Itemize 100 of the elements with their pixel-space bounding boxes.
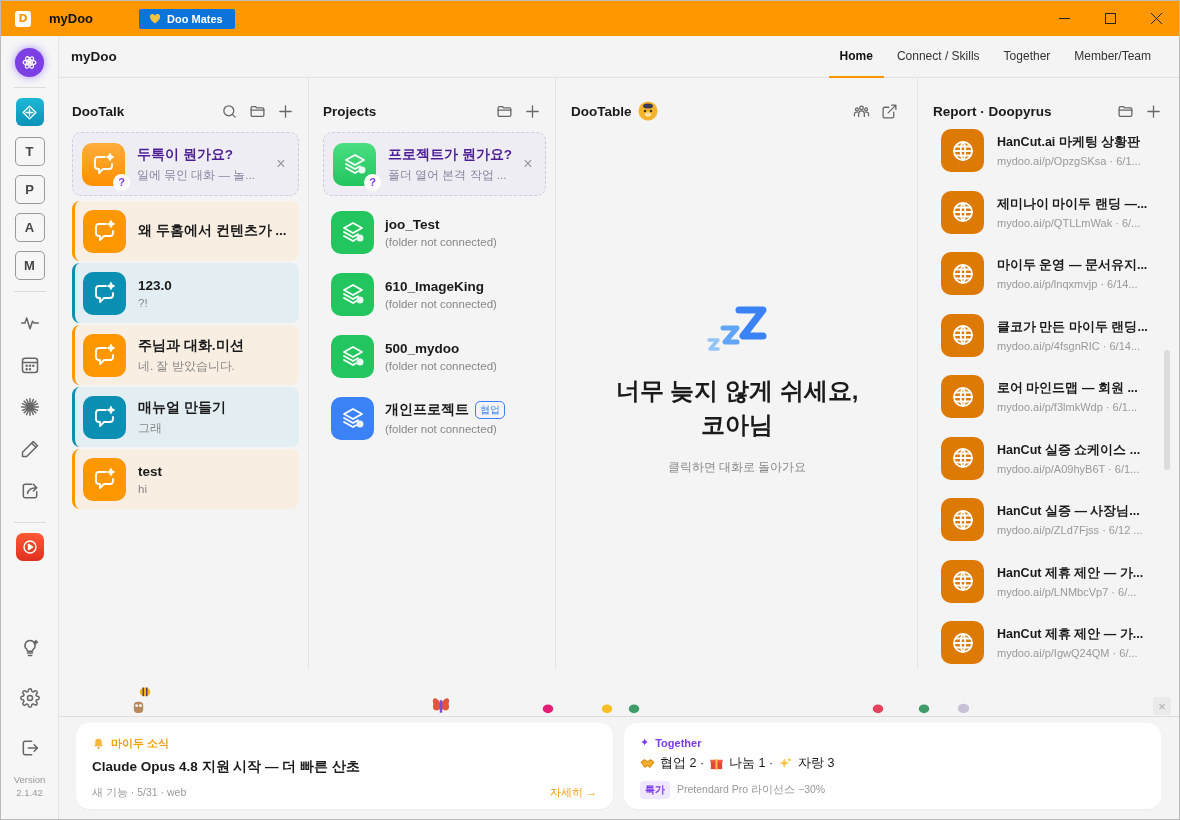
- page-title: myDoo: [71, 49, 117, 64]
- letter-button[interactable]: T: [14, 137, 45, 166]
- chat-title: 왜 두홈에서 컨텐츠가 ...: [138, 222, 288, 240]
- open-external-icon: [880, 102, 898, 120]
- project-item[interactable]: 개인프로젝트 협업 (folder not connected): [323, 387, 546, 449]
- project-name: 610_ImageKing: [385, 278, 485, 294]
- chat-bubble-icon: [92, 219, 117, 243]
- report-item[interactable]: HanCut 제휴 제안 — 가... mydoo.ai/p/LNMbcVp7 · 6/...: [933, 550, 1167, 612]
- search-icon: [220, 102, 238, 120]
- report-title: HanCut 실증 쇼케이스 ...: [997, 441, 1142, 459]
- chat-preview: 네. 잘 받았습니다.: [138, 358, 236, 374]
- letter-button[interactable]: M: [14, 251, 45, 280]
- report-item[interactable]: HanCut.ai 마케팅 상황판 mydoo.ai/p/OpzgSKsa · 6/1...: [933, 120, 1167, 182]
- chat-item[interactable]: test hi: [72, 449, 299, 509]
- intro-title: 두톡이 뭔가요?: [137, 145, 234, 164]
- nav-tab[interactable]: Connect / Skills: [885, 35, 991, 78]
- report-link: mydoo.ai/p/ZLd7Fjss · 6/12 ...: [997, 524, 1144, 537]
- chat-bubble-icon: [91, 152, 116, 176]
- intro-subtitle: 일에 묶인 대화 — 놀...: [137, 167, 256, 183]
- report-link: mydoo.ai/p/IgwQ24QM · 6/...: [997, 647, 1139, 660]
- chat-item[interactable]: 매뉴얼 만들기 그래: [72, 387, 299, 447]
- asterisk-icon: [19, 397, 40, 417]
- nav-tab[interactable]: Member/Team: [1063, 35, 1162, 78]
- atom-button[interactable]: [15, 48, 44, 77]
- globe-glyph-icon: [950, 261, 975, 286]
- pencil-icon: [19, 439, 40, 459]
- stack-icon: [340, 406, 365, 430]
- chat-preview: ?!: [138, 296, 149, 309]
- bell-icon: [92, 737, 105, 750]
- question-badge: ?: [113, 173, 130, 191]
- diamond-icon: [21, 103, 38, 121]
- chat-bubble-icon: [92, 405, 117, 429]
- chat-item[interactable]: 주님과 대화.미션 네. 잘 받았습니다.: [72, 325, 299, 385]
- globe-glyph-icon: [950, 630, 975, 655]
- return-hint: 클릭하면 대화로 돌아가요: [667, 460, 807, 475]
- report-link: mydoo.ai/p/LNMbcVp7 · 6/...: [997, 585, 1138, 598]
- intro-subtitle: 폴더 열어 본격 작업 ...: [388, 167, 508, 183]
- chat-bubble-icon: [92, 343, 117, 367]
- deal-tag: 특가: [640, 781, 670, 799]
- report-title: 마이두 운영 — 문서유지...: [997, 257, 1149, 275]
- calendar-icon: [19, 355, 40, 375]
- chat-item[interactable]: 123.0 ?!: [72, 263, 299, 323]
- handshake-icon: [640, 756, 655, 771]
- version-number: 2.1.42: [15, 786, 44, 799]
- chat-bubble-icon: [92, 467, 117, 491]
- report-link: mydoo.ai/p/lnqxmvjp · 6/14...: [997, 278, 1139, 291]
- project-name: 500_mydoo: [385, 340, 460, 356]
- report-item[interactable]: 로어 마인드맵 — 회원 ... mydoo.ai/p/f3lmkWdp · 6/1...: [933, 366, 1167, 428]
- together-tag: Together: [655, 736, 702, 749]
- news-headline: Claude Opus 4.8 지원 시작 — 더 빠른 산초: [92, 758, 361, 776]
- settings-icon: [19, 688, 40, 708]
- nav-tab[interactable]: Home: [828, 35, 884, 78]
- project-name: joo_Test: [385, 216, 440, 232]
- add-icon: [1144, 102, 1162, 120]
- stack-icon: [342, 152, 367, 176]
- report-item[interactable]: HanCut 실증 — 사장님... mydoo.ai/p/ZLd7Fjss · 6/12 ...: [933, 489, 1167, 551]
- stack-icon: [340, 220, 365, 244]
- report-title: HanCut 제휴 제안 — 가...: [997, 564, 1145, 582]
- news-tag: 마이두 소식: [111, 736, 170, 751]
- globe-glyph-icon: [950, 200, 975, 225]
- project-name: 개인프로젝트: [385, 401, 469, 419]
- column-title: Report · Doopyrus: [933, 103, 1052, 119]
- report-item[interactable]: 제미나이 마이두 랜딩 —... mydoo.ai/p/QTLLmWak · 6/...: [933, 181, 1167, 243]
- stat-label: 나눔 1 ·: [729, 755, 774, 772]
- project-item[interactable]: 610_ImageKing (folder not connected): [323, 263, 546, 325]
- letter-button[interactable]: A: [14, 213, 45, 242]
- chat-preview: hi: [138, 482, 148, 495]
- report-item[interactable]: HanCut 실증 쇼케이스 ... mydoo.ai/p/A09hyB6T · 6/1...: [933, 427, 1167, 489]
- report-item[interactable]: 클코가 만든 마이두 랜딩... mydoo.ai/p/4fsgnRIC · 6/14...: [933, 304, 1167, 366]
- report-link: mydoo.ai/p/4fsgnRIC · 6/14...: [997, 339, 1142, 352]
- chat-title: test: [138, 463, 163, 479]
- report-title: HanCut 제휴 제안 — 가...: [997, 626, 1145, 644]
- chat-bubble-icon: [92, 281, 117, 305]
- chat-title: 주님과 대화.미션: [138, 336, 245, 355]
- chat-preview: 그래: [138, 420, 163, 436]
- doo-mates-button[interactable]: Doo Mates: [139, 8, 235, 29]
- add-icon: [276, 102, 294, 120]
- project-item[interactable]: 500_mydoo (folder not connected): [323, 325, 546, 387]
- close-icon: [1150, 13, 1162, 24]
- report-link: mydoo.ai/p/A09hyB6T · 6/1...: [997, 462, 1141, 475]
- nav-tab[interactable]: Together: [992, 35, 1062, 78]
- heart-shield-icon: [149, 12, 162, 25]
- report-title: 클코가 만든 마이두 랜딩...: [997, 318, 1149, 336]
- atom-icon: [21, 54, 38, 71]
- report-item[interactable]: 마이두 운영 — 문서유지... mydoo.ai/p/lnqxmvjp · 6/14...: [933, 243, 1167, 305]
- letter-button[interactable]: P: [14, 175, 45, 204]
- project-item[interactable]: joo_Test (folder not connected): [323, 201, 546, 263]
- report-link: mydoo.ai/p/f3lmkWdp · 6/1...: [997, 401, 1138, 414]
- report-title: 로어 마인드맵 — 회원 ...: [997, 380, 1139, 398]
- stack-icon: [340, 282, 365, 306]
- play-app-button[interactable]: [15, 533, 44, 561]
- chat-item[interactable]: 왜 두홈에서 컨텐츠가 ...: [72, 201, 299, 261]
- globe-glyph-icon: [950, 384, 975, 409]
- version-label: Version: [13, 773, 46, 786]
- chat-title: 매뉴얼 만들기: [138, 398, 227, 417]
- diamond-button[interactable]: [15, 98, 44, 126]
- stat-label: 자랑 3: [798, 755, 835, 772]
- globe-glyph-icon: [950, 569, 975, 594]
- empty-state[interactable]: 너무 늦지 않게 쉬세요, 코아님 클릭하면 대화로 돌아가요: [571, 132, 903, 669]
- report-item[interactable]: HanCut 제휴 제안 — 가... mydoo.ai/p/IgwQ24QM · 6/...: [933, 612, 1167, 669]
